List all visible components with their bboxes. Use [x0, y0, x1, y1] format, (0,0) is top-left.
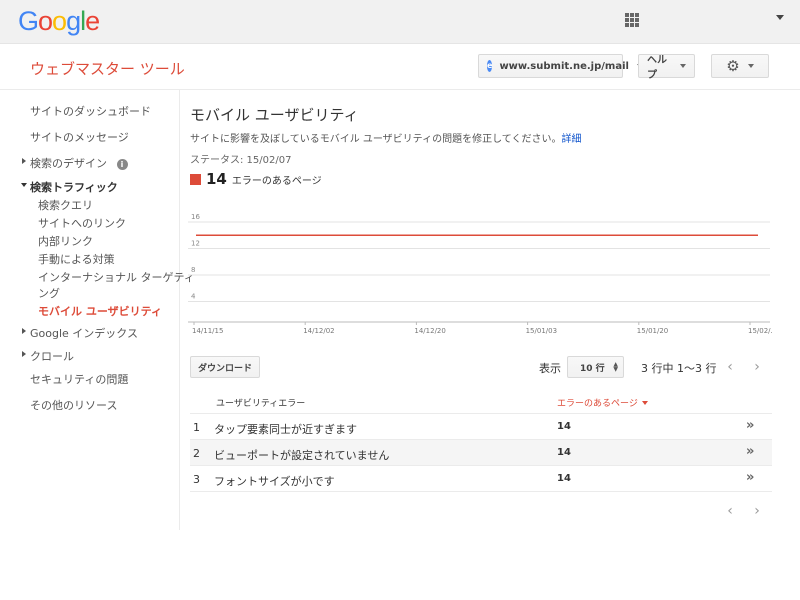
sidebar-sub-internal-links[interactable]: 内部リンク — [38, 233, 93, 249]
row-page-count: 14 — [557, 473, 571, 484]
errors-line-chart: 16 12 8 4 14/11/15 14/12/02 14/12/20 15/01/03 15… — [188, 213, 773, 335]
pagination-info: 3 行中 1〜3 行 — [641, 362, 717, 375]
gear-icon: ⚙ — [726, 56, 740, 75]
y-tick-label: 4 — [191, 293, 196, 301]
legend-count: 14 — [206, 170, 227, 188]
sidebar-item-dashboard[interactable]: サイトのダッシュボード — [30, 103, 151, 119]
next-page-button-bottom[interactable]: › — [745, 500, 769, 522]
chevron-down-icon — [680, 64, 686, 68]
chevron-down-icon — [21, 183, 27, 187]
x-tick-label: 14/12/20 — [414, 327, 445, 335]
x-tick-label: 14/12/02 — [303, 327, 334, 335]
sidebar-item-crawl[interactable]: クロール — [22, 348, 74, 364]
google-bar: Google — [0, 0, 800, 44]
prev-page-button-bottom[interactable]: ‹ — [718, 500, 742, 522]
sidebar-sub-international-targeting-cont[interactable]: ング — [38, 285, 60, 301]
column-header-pages[interactable]: エラーのあるページ — [557, 396, 648, 409]
double-chevron-right-icon[interactable]: » — [746, 444, 755, 459]
apps-grid-icon[interactable] — [625, 13, 639, 27]
chart-legend[interactable]: 14 エラーのあるページ — [190, 170, 322, 188]
sidebar-item-label: 検索のデザイン — [30, 157, 107, 170]
chevron-down-icon — [747, 64, 754, 68]
sidebar-sub-links-to-site[interactable]: サイトへのリンク — [38, 215, 126, 231]
row-index: 3 — [193, 473, 200, 486]
site-url: www.submit.ne.jp/mail — [499, 60, 629, 72]
chevron-right-icon — [22, 328, 26, 334]
app-title[interactable]: ウェブマスター ツール — [30, 58, 185, 79]
sidebar-sub-international-targeting[interactable]: インターナショナル ターゲティ — [38, 269, 195, 285]
column-header-pages-label: エラーのあるページ — [557, 399, 638, 409]
help-button[interactable]: ヘルプ — [638, 54, 695, 81]
google-logo[interactable]: Google — [18, 6, 100, 37]
legend-swatch — [190, 173, 201, 185]
table-row[interactable]: 3 フォントサイズが小です 14 » — [190, 466, 772, 492]
table-row[interactable]: 1 タップ要素同士が近すぎます 14 » — [190, 414, 772, 440]
legend-label: エラーのあるページ — [231, 175, 322, 187]
sidebar-sub-manual-actions[interactable]: 手動による対策 — [38, 251, 115, 267]
row-page-count: 14 — [557, 421, 571, 432]
rows-per-page-select[interactable]: 10 行 ▲ ▼ — [567, 356, 624, 378]
sidebar-item-search-traffic[interactable]: 検索トラフィック — [21, 179, 118, 195]
status-text: ステータス: 15/02/07 — [190, 155, 292, 166]
y-tick-label: 8 — [191, 266, 195, 274]
sidebar-sub-search-queries[interactable]: 検索クエリ — [38, 197, 93, 213]
settings-button[interactable]: ⚙ — [711, 54, 769, 78]
y-tick-label: 12 — [191, 240, 200, 248]
column-header-error[interactable]: ユーザビリティエラー — [216, 396, 305, 409]
sidebar-item-search-design[interactable]: 検索のデザイン i — [22, 155, 128, 171]
sort-desc-icon — [641, 401, 648, 405]
chevron-right-icon — [22, 351, 26, 357]
y-tick-label: 16 — [191, 213, 200, 221]
sidebar-item-other-resources[interactable]: その他のリソース — [30, 397, 117, 413]
help-label: ヘルプ — [647, 55, 667, 81]
site-selector-button[interactable]: e www.submit.ne.jp/mail — [478, 54, 643, 78]
table-header: ユーザビリティエラー エラーのあるページ — [190, 388, 772, 414]
sidebar-sub-mobile-usability[interactable]: モバイル ユーザビリティ — [38, 303, 162, 319]
row-index: 2 — [193, 447, 200, 460]
sidebar-item-google-index[interactable]: Google インデックス — [22, 325, 138, 341]
usability-table: ユーザビリティエラー エラーのあるページ 1 タップ要素同士が近すぎます 14 … — [190, 388, 772, 492]
logo-letter: e — [85, 6, 100, 36]
sidebar-item-label: 検索トラフィック — [30, 181, 118, 194]
rows-label: 表示 — [539, 362, 561, 375]
row-error-name: ビューポートが設定されていません — [214, 449, 390, 462]
row-index: 1 — [193, 421, 200, 434]
account-caret-icon[interactable] — [776, 15, 784, 20]
sidebar-item-label: Google インデックス — [30, 327, 138, 340]
row-error-name: タップ要素同士が近すぎます — [214, 423, 357, 436]
x-tick-label: 15/02/.. — [748, 327, 773, 335]
table-row[interactable]: 2 ビューポートが設定されていません 14 » — [190, 440, 772, 466]
row-page-count: 14 — [557, 447, 571, 458]
x-tick-label: 15/01/20 — [637, 327, 668, 335]
rows-value: 10 行 — [580, 363, 605, 374]
app-header: ウェブマスター ツール e www.submit.ne.jp/mail ヘルプ … — [0, 44, 800, 90]
chevron-right-icon — [22, 158, 26, 164]
info-icon[interactable]: i — [116, 159, 128, 170]
download-button[interactable]: ダウンロード — [190, 356, 261, 378]
next-page-button[interactable]: › — [745, 356, 769, 378]
page-title: モバイル ユーザビリティ — [190, 106, 359, 124]
double-chevron-right-icon[interactable]: » — [746, 418, 755, 433]
logo-letter: o — [52, 6, 67, 36]
sidebar-nav: サイトのダッシュボード サイトのメッセージ 検索のデザイン i 検索トラフィック… — [0, 90, 195, 530]
prev-page-button[interactable]: ‹ — [718, 356, 742, 378]
x-tick-label: 15/01/03 — [526, 327, 557, 335]
logo-letter: o — [38, 6, 53, 36]
double-chevron-right-icon[interactable]: » — [746, 470, 755, 485]
updown-icon: ▲ ▼ — [613, 361, 618, 373]
sidebar-item-label: クロール — [30, 350, 74, 363]
sidebar-item-security[interactable]: セキュリティの問題 — [30, 371, 128, 387]
x-tick-label: 14/11/15 — [192, 327, 223, 335]
logo-letter: g — [66, 6, 81, 36]
logo-letter: G — [18, 6, 39, 36]
row-error-name: フォントサイズが小です — [214, 475, 335, 488]
page-description: サイトに影響を及ぼしているモバイル ユーザビリティの問題を修正してください。詳細 — [190, 130, 581, 145]
sidebar-item-messages[interactable]: サイトのメッセージ — [30, 129, 129, 145]
site-favicon-icon: e — [487, 60, 493, 72]
details-link[interactable]: 詳細 — [561, 134, 581, 145]
description-text: サイトに影響を及ぼしているモバイル ユーザビリティの問題を修正してください。 — [190, 134, 562, 145]
